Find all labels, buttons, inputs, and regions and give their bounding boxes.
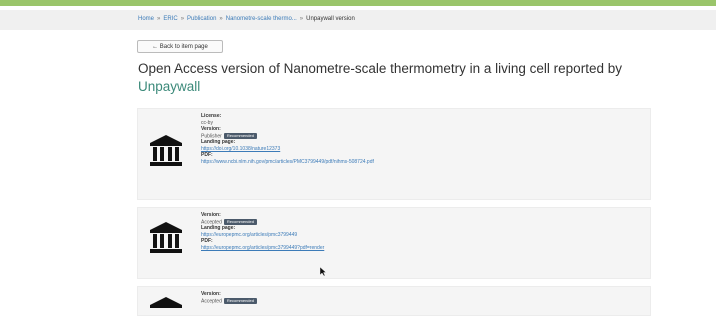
card-details: Version: Accepted Recommended Landing pag… [201, 212, 324, 251]
breadcrumb-separator: » [157, 16, 161, 22]
version-value-row: Accepted Recommended [201, 218, 324, 226]
bank-icon [150, 297, 182, 308]
breadcrumb-home[interactable]: Home [138, 16, 154, 22]
pdf-link[interactable]: https://europepmc.org/articles/pmc379944… [201, 245, 324, 252]
version-card: License: cc-by Version: Publisher Recomme… [137, 108, 651, 200]
breadcrumb-publication[interactable]: Publication [187, 16, 216, 22]
recommended-badge: Recommended [223, 132, 257, 139]
breadcrumb-separator: » [299, 16, 304, 22]
breadcrumb-eric[interactable]: ERIC [163, 16, 177, 22]
card-details: License: cc-by Version: Publisher Recomme… [201, 113, 374, 165]
unpaywall-link[interactable]: Unpaywall [138, 79, 200, 94]
breadcrumb-current: Unpaywall version [306, 16, 355, 22]
breadcrumb-separator: » [219, 16, 223, 22]
bank-icon [150, 135, 182, 166]
version-card: Version: Accepted Recommended Landing pag… [137, 207, 651, 279]
breadcrumb-item[interactable]: Nanometre-scale thermo... [226, 16, 297, 22]
page-title-text: Open Access version of Nanometre-scale t… [138, 61, 622, 76]
breadcrumb: Home» ERIC» Publication» Nanometre-scale th… [138, 14, 355, 24]
version-value-row: Accepted Recommended [201, 297, 257, 305]
recommended-badge: Recommended [223, 218, 257, 225]
breadcrumb-bar [0, 10, 716, 30]
version-value-row: Publisher Recommended [201, 132, 374, 140]
version-card: Version: Accepted Recommended [137, 286, 651, 316]
version-value: Accepted [201, 218, 222, 225]
version-value: Publisher [201, 132, 222, 139]
top-accent-bar [0, 0, 716, 6]
back-to-item-button[interactable]: ← Back to item page [137, 40, 223, 53]
mouse-cursor-icon [320, 267, 327, 276]
pdf-link[interactable]: https://www.ncbi.nlm.nih.gov/pmc/article… [201, 159, 374, 166]
recommended-badge: Recommended [223, 297, 257, 304]
card-details: Version: Accepted Recommended [201, 291, 257, 304]
version-value: Accepted [201, 297, 222, 304]
page-title: Open Access version of Nanometre-scale t… [138, 60, 638, 96]
breadcrumb-separator: » [180, 16, 185, 22]
bank-icon [150, 222, 182, 253]
